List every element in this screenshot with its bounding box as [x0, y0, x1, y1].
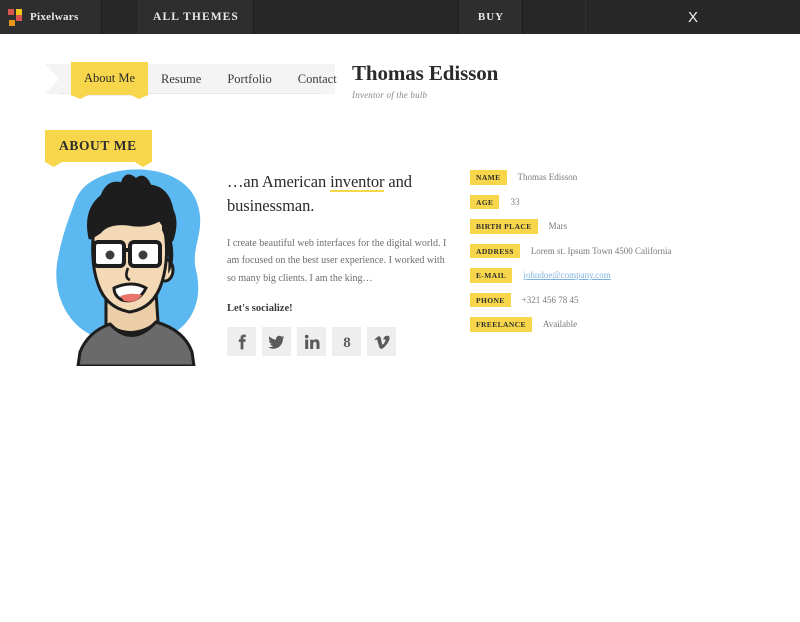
info-key: NAME: [470, 170, 507, 185]
all-themes-label: ALL THEMES: [153, 11, 239, 23]
avatar: [44, 166, 220, 368]
headline-before: …an American: [227, 172, 331, 191]
identity-block: Thomas Edisson Inventor of the bulb: [352, 61, 499, 101]
nav-item-portfolio[interactable]: Portfolio: [214, 64, 284, 94]
email-link[interactable]: johndoe@company.com: [523, 270, 610, 280]
info-value: Available: [542, 319, 578, 330]
social-links: 8: [227, 327, 449, 357]
social-link-google-plus[interactable]: 8: [332, 327, 361, 357]
nav-item-label: About Me: [84, 71, 136, 85]
topbar-gap-left: [102, 0, 138, 34]
info-list: NAME Thomas Edisson AGE 33 BIRTH PLACE M…: [470, 170, 770, 342]
buy-button[interactable]: BUY: [459, 0, 523, 34]
info-row-birth-place: BIRTH PLACE Mars: [470, 219, 770, 234]
headline-highlight: inventor: [330, 172, 385, 192]
info-value: Mars: [548, 221, 568, 232]
all-themes-button[interactable]: ALL THEMES: [138, 0, 254, 34]
info-key: PHONE: [470, 292, 511, 307]
info-key: FREELANCE: [470, 317, 532, 332]
linkedin-icon: [304, 334, 319, 349]
info-value: Thomas Edisson: [517, 172, 578, 183]
section-title: ABOUT ME: [59, 138, 137, 153]
buy-label: BUY: [477, 11, 505, 23]
social-link-facebook[interactable]: [227, 327, 256, 357]
top-admin-bar: Pixelwars ALL THEMES BUY X: [0, 0, 800, 34]
info-value: Lorem st. Ipsum Town 4500 California: [530, 245, 672, 256]
person-role: Inventor of the bulb: [352, 90, 428, 101]
info-row-freelance: FREELANCE Available: [470, 317, 770, 332]
info-row-phone: PHONE +321 456 78 45: [470, 292, 770, 307]
page-body: About Me Resume Portfolio Contact Thomas…: [0, 34, 800, 622]
info-value: 33: [510, 196, 520, 207]
info-key: AGE: [470, 194, 500, 209]
main-navigation: About Me Resume Portfolio Contact: [45, 62, 337, 95]
nav-item-label: Portfolio: [227, 71, 272, 86]
info-key: ADDRESS: [470, 243, 520, 258]
bio-paragraph: I create beautiful web interfaces for th…: [227, 237, 447, 284]
info-value: +321 456 78 45: [521, 294, 579, 305]
nav-item-resume[interactable]: Resume: [148, 64, 214, 94]
vimeo-icon: [374, 335, 390, 349]
close-button[interactable]: X: [585, 0, 800, 34]
info-key: BIRTH PLACE: [470, 219, 538, 234]
socialize-label: Let's socialize!: [227, 303, 293, 315]
section-banner-ribbon: ABOUT ME: [45, 130, 152, 162]
nav-item-label: Resume: [161, 71, 202, 86]
info-row-address: ADDRESS Lorem st. Ipsum Town 4500 Califo…: [470, 243, 770, 258]
topbar-gap-right: [523, 0, 585, 34]
section-banner: ABOUT ME: [45, 130, 152, 162]
twitter-icon: [268, 335, 285, 349]
avatar-illustration-icon: [56, 169, 201, 368]
nav-item-label: Contact: [297, 71, 337, 86]
info-key: E-MAIL: [470, 268, 513, 283]
person-name: Thomas Edisson: [352, 61, 499, 85]
pixelwars-logo-icon: [8, 8, 24, 26]
info-row-name: NAME Thomas Edisson: [470, 170, 770, 185]
nav-items: About Me Resume Portfolio Contact: [45, 62, 337, 95]
bio-column: …an American inventor and businessman. I…: [227, 170, 449, 357]
social-link-twitter[interactable]: [262, 327, 291, 357]
social-link-vimeo[interactable]: [367, 327, 396, 357]
bio-headline: …an American inventor and businessman.: [227, 170, 449, 218]
svg-text:8: 8: [343, 335, 351, 350]
brand-logo[interactable]: Pixelwars: [0, 0, 102, 34]
close-icon: X: [688, 8, 699, 26]
social-link-linkedin[interactable]: [297, 327, 326, 357]
nav-item-contact[interactable]: Contact: [285, 64, 350, 94]
topbar-spacer: [254, 0, 459, 34]
nav-item-about-me[interactable]: About Me: [71, 62, 149, 95]
google-plus-icon: 8: [343, 335, 351, 350]
info-row-age: AGE 33: [470, 194, 770, 209]
facebook-icon: [238, 334, 246, 350]
info-row-email: E-MAIL johndoe@company.com: [470, 268, 770, 283]
brand-label: Pixelwars: [30, 11, 79, 23]
